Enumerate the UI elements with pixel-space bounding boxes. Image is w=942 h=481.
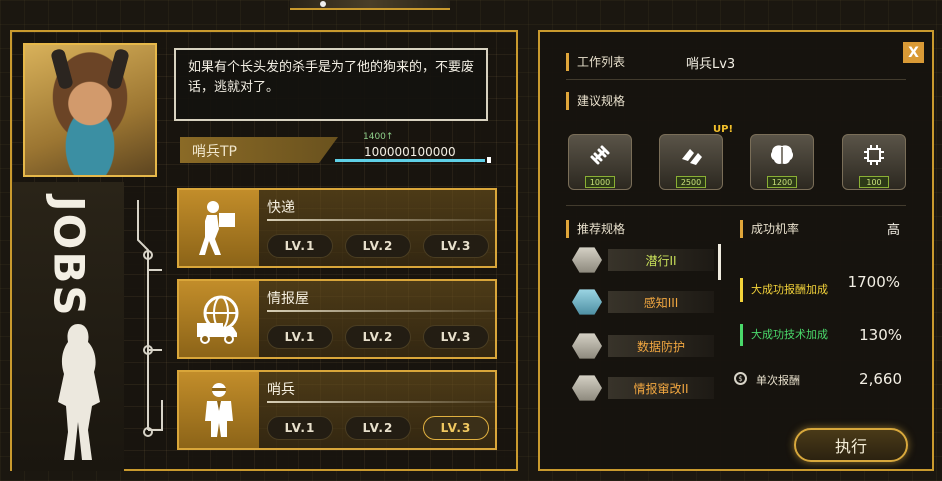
coin-icon: $ — [734, 372, 747, 385]
lv3-button[interactable]: LV.3 — [423, 234, 489, 258]
divider — [267, 310, 495, 312]
spec-value: 1200 — [767, 176, 797, 188]
bonus-reward-value: 1700% — [847, 273, 900, 291]
job-card-courier[interactable]: 快递 LV.1 LV.2 LV.3 — [177, 188, 497, 268]
connector-lines — [137, 200, 163, 437]
jobs-panel: JOBS 如果有个长头发的杀手是为了他的狗来的，不要废话，逃就对了。 哨兵TP … — [10, 30, 518, 471]
recommend-item[interactable]: 潜行II — [572, 247, 714, 273]
recommend-item-name: 数据防护 — [608, 335, 714, 357]
recommend-item-name: 情报窜改II — [608, 377, 714, 399]
skill-icon — [572, 375, 602, 401]
globe-truck-icon — [179, 281, 259, 357]
work-list-value: 哨兵Lv3 — [686, 57, 736, 72]
divider — [566, 205, 906, 206]
character-silhouette-icon — [58, 324, 100, 460]
job-title: 快递 — [267, 200, 295, 216]
tp-delta: 1400↑ — [363, 132, 394, 142]
lv1-button[interactable]: LV.1 — [267, 416, 333, 440]
suggest-label: 建议规格 — [566, 92, 625, 110]
courier-icon — [179, 190, 259, 266]
bonus-tech-value: 130% — [859, 326, 902, 344]
tp-value: 100000100000 — [364, 145, 456, 159]
execute-button[interactable]: 执行 — [794, 428, 908, 462]
recommend-item[interactable]: 数据防护 — [572, 333, 714, 359]
agent-icon — [179, 372, 259, 448]
single-reward-value: 2,660 — [859, 370, 902, 388]
recommend-item[interactable]: 情报窜改II — [572, 375, 714, 401]
dumbbell-icon — [590, 145, 610, 165]
recommend-label: 推荐规格 — [566, 220, 625, 238]
divider — [267, 401, 495, 403]
job-card-sentinel[interactable]: 哨兵 LV.1 LV.2 LV.3 — [177, 370, 497, 450]
skill-icon — [572, 333, 602, 359]
success-label: 成功机率 — [740, 220, 799, 238]
recommend-item-name: 感知III — [608, 291, 714, 313]
lv3-button[interactable]: LV.3 — [423, 325, 489, 349]
divider — [267, 219, 495, 221]
tp-label: 哨兵TP — [180, 137, 338, 163]
single-reward-label: 单次报酬 — [756, 374, 800, 387]
spec-value: 1000 — [585, 176, 615, 188]
spec-value: 100 — [859, 176, 889, 188]
job-title: 哨兵 — [267, 382, 295, 398]
lv2-button[interactable]: LV.2 — [345, 325, 411, 349]
recommend-item-name: 潜行II — [608, 249, 714, 271]
scrollbar[interactable] — [718, 244, 721, 280]
lv1-button[interactable]: LV.1 — [267, 325, 333, 349]
brain-icon — [770, 145, 794, 164]
lv2-button[interactable]: LV.2 — [345, 234, 411, 258]
bonus-tech-label: 大成功技术加成 — [740, 324, 828, 346]
jobs-banner: JOBS — [44, 196, 94, 318]
top-decoration — [290, 0, 450, 10]
spec-value: 2500 — [676, 176, 706, 188]
lv1-button[interactable]: LV.1 — [267, 234, 333, 258]
ear-icon — [50, 47, 74, 91]
chip-icon — [864, 145, 884, 165]
character-portrait — [23, 43, 157, 177]
job-card-info-house[interactable]: 情报屋 LV.1 LV.2 LV.3 — [177, 279, 497, 359]
success-value: 高 — [886, 223, 900, 238]
skill-icon — [572, 289, 602, 315]
bonus-reward-label: 大成功报酬加成 — [740, 278, 828, 302]
work-list-label: 工作列表 — [566, 53, 625, 71]
tp-progress-line — [335, 157, 491, 163]
hands-icon — [682, 149, 702, 165]
lv3-button[interactable]: LV.3 — [423, 416, 489, 440]
lv2-button[interactable]: LV.2 — [345, 416, 411, 440]
recommend-item[interactable]: 感知III — [572, 289, 714, 315]
job-title: 情报屋 — [267, 291, 309, 307]
skill-icon — [572, 247, 602, 273]
divider — [566, 79, 906, 80]
close-button[interactable]: X — [903, 42, 924, 63]
dialog-box: 如果有个长头发的杀手是为了他的狗来的，不要废话，逃就对了。 — [174, 48, 488, 121]
ear-icon — [106, 47, 130, 91]
